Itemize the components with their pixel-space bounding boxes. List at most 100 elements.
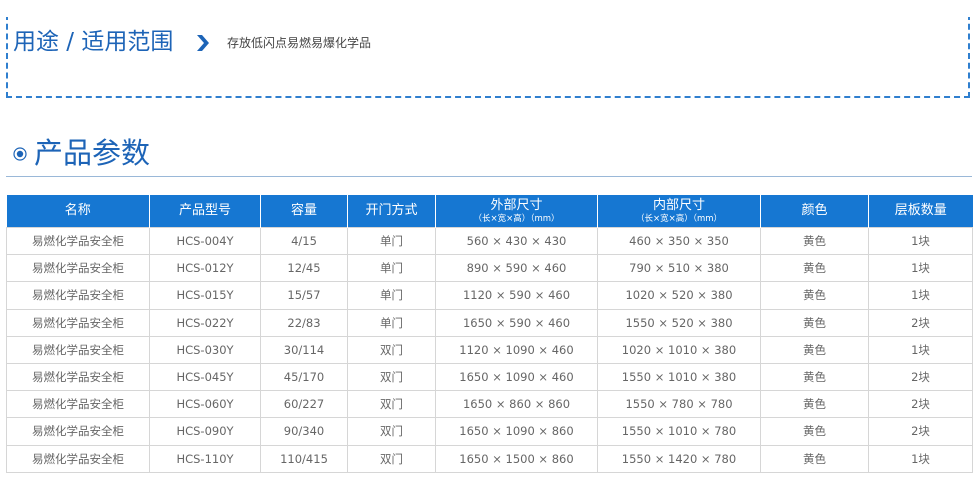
table-cell: 12/45 [260,254,348,283]
table-cell: 易燃化学品安全柜 [6,417,150,446]
column-header: 开门方式 [347,195,436,228]
table-row: 易燃化学品安全柜 HCS-060Y 60/227 双门 1650 × 860 × 860… [6,390,973,419]
table-cell: 1550 × 1010 × 380 [597,362,761,392]
table-cell: 30/114 [260,335,348,364]
table-cell: HCS-004Y [149,226,261,256]
table-cell: 双门 [347,417,436,446]
column-header-label: 开门方式 [365,203,418,218]
column-header: 外部尺寸 （长×宽×高）（mm） [435,195,598,228]
table-cell: HCS-110Y [149,444,261,473]
table-cell: 1550 × 780 × 780 [597,390,761,419]
table-cell: 双门 [347,335,436,364]
table-cell: 890 × 590 × 460 [435,254,598,283]
table-cell: 1650 × 1090 × 860 [435,417,598,446]
table-cell: 双门 [347,390,436,419]
table-cell: 1650 × 1090 × 460 [435,362,598,392]
table-cell: 黄色 [760,281,869,310]
table-cell: 2块 [868,362,973,392]
table-cell: 1550 × 1010 × 780 [597,417,761,446]
table-cell: 单门 [347,281,436,310]
table-cell: 单门 [347,254,436,283]
table-cell: 1块 [868,226,973,256]
column-header: 层板数量 [868,195,973,228]
table-cell: 双门 [347,362,436,392]
table-cell: 90/340 [260,417,348,446]
table-cell: 560 × 430 × 430 [435,226,598,256]
table-cell: 1650 × 1500 × 860 [435,444,598,473]
table-cell: HCS-030Y [149,335,261,364]
table-row: 易燃化学品安全柜 HCS-045Y 45/170 双门 1650 × 1090 × 46… [6,362,973,392]
table-cell: 1块 [868,281,973,310]
column-header-label: 层板数量 [894,203,947,218]
table-body: 易燃化学品安全柜 HCS-004Y 4/15 单门 560 × 430 × 430 460… [6,226,973,473]
table-cell: 易燃化学品安全柜 [6,390,150,419]
column-header-label: 容量 [290,203,317,218]
table-cell: 15/57 [260,281,348,310]
table-cell: 22/83 [260,308,348,337]
column-header-label: 外部尺寸 [490,197,543,213]
column-header: 内部尺寸 （长×宽×高）（mm） [597,195,761,228]
table-cell: HCS-045Y [149,362,261,392]
table-cell: 黄色 [760,308,869,337]
table-cell: 110/415 [260,444,348,473]
table-cell: 2块 [868,417,973,446]
column-header-label: 颜色 [801,203,828,218]
table-cell: 1550 × 1420 × 780 [597,444,761,473]
section-divider [6,176,972,177]
circle-bullet-icon [13,147,27,161]
table-row: 易燃化学品安全柜 HCS-030Y 30/114 双门 1120 × 1090 × 46… [6,335,973,364]
product-spec-table: 名称 产品型号 容量 开门方式 外部尺寸 （长×宽×高）（mm） 内部尺寸 （长×宽×高）（m… [6,195,973,473]
column-header-label: 名称 [64,203,91,218]
column-header: 颜色 [760,195,869,228]
column-header-label: 内部尺寸 [652,197,705,213]
table-cell: 黄色 [760,226,869,256]
table-cell: 790 × 510 × 380 [597,254,761,283]
table-cell: 1块 [868,254,973,283]
table-cell: HCS-090Y [149,417,261,446]
table-cell: 易燃化学品安全柜 [6,362,150,392]
table-cell: 黄色 [760,254,869,283]
table-cell: 1550 × 520 × 380 [597,308,761,337]
table-cell: 1650 × 860 × 860 [435,390,598,419]
table-cell: 易燃化学品安全柜 [6,308,150,337]
table-row: 易燃化学品安全柜 HCS-022Y 22/83 单门 1650 × 590 × 460 1… [6,308,973,337]
table-cell: HCS-012Y [149,254,261,283]
column-header-label: 产品型号 [178,203,231,218]
table-cell: 460 × 350 × 350 [597,226,761,256]
table-cell: 黄色 [760,390,869,419]
table-cell: 1块 [868,335,973,364]
table-cell: 单门 [347,226,436,256]
table-cell: 1020 × 520 × 380 [597,281,761,310]
table-cell: 易燃化学品安全柜 [6,254,150,283]
table-cell: 1650 × 590 × 460 [435,308,598,337]
table-cell: 2块 [868,308,973,337]
table-cell: 易燃化学品安全柜 [6,226,150,256]
column-header: 产品型号 [149,195,261,228]
table-cell: 易燃化学品安全柜 [6,335,150,364]
chevron-right-icon [197,35,209,51]
table-cell: 1块 [868,444,973,473]
table-cell: 60/227 [260,390,348,419]
column-header: 容量 [260,195,348,228]
table-row: 易燃化学品安全柜 HCS-012Y 12/45 单门 890 × 590 × 460 79… [6,254,973,283]
column-header: 名称 [6,195,150,228]
table-cell: 双门 [347,444,436,473]
table-cell: 2块 [868,390,973,419]
table-cell: 1120 × 590 × 460 [435,281,598,310]
column-header-unit: （长×宽×高）（mm） [635,213,723,224]
usage-description: 存放低闪点易燃易爆化学品 [227,36,372,50]
table-cell: 单门 [347,308,436,337]
table-cell: 易燃化学品安全柜 [6,281,150,310]
table-cell: 黄色 [760,335,869,364]
table-cell: 4/15 [260,226,348,256]
table-header-row: 名称 产品型号 容量 开门方式 外部尺寸 （长×宽×高）（mm） 内部尺寸 （长×宽×高）（m… [6,195,973,228]
table-cell: 黄色 [760,417,869,446]
table-cell: HCS-060Y [149,390,261,419]
table-cell: 1120 × 1090 × 460 [435,335,598,364]
usage-title: 用途 / 适用范围 [13,29,174,55]
table-row: 易燃化学品安全柜 HCS-015Y 15/57 单门 1120 × 590 × 460 1… [6,281,973,310]
table-cell: 1020 × 1010 × 380 [597,335,761,364]
section-title: 产品参数 [34,136,151,170]
table-cell: 黄色 [760,444,869,473]
table-row: 易燃化学品安全柜 HCS-004Y 4/15 单门 560 × 430 × 430 460… [6,226,973,256]
